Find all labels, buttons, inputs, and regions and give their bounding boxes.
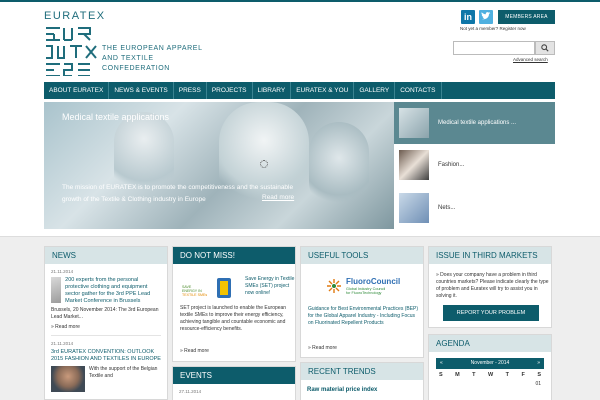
do-not-miss-panel: DO NOT MISS! SAVE ENERGY IN TEXTILE SMEs… [172, 246, 296, 362]
logo-tagline-line1: THE EUROPEAN APPAREL [102, 45, 203, 52]
issue-heading: ISSUE IN THIRD MARKETS [429, 247, 551, 264]
issue-body: » Does your company have a problem in th… [436, 272, 550, 300]
news-panel: NEWS 21.11.2014 200 experts from the per… [44, 246, 168, 400]
events-heading: EVENTS [173, 367, 295, 384]
logo-tagline-line2: AND TEXTILE CONFEDERATION [102, 55, 170, 72]
slide-read-more-link[interactable]: Read more [262, 194, 294, 201]
calendar-month: November - 2014 [470, 360, 510, 366]
register-link[interactable]: Not yet a member? Register now [460, 26, 526, 31]
do-not-miss-heading: DO NOT MISS! [173, 247, 295, 264]
agenda-panel: AGENDA « November - 2014 » S M T W T F S… [428, 334, 552, 400]
svg-text:TEXTILE SMEs: TEXTILE SMEs [182, 293, 207, 297]
weekday: W [488, 372, 494, 378]
news-heading: NEWS [45, 247, 167, 264]
thumb-label: Nets... [438, 205, 456, 211]
weekday: T [472, 372, 476, 378]
nav-item-library[interactable]: LIBRARY [253, 82, 292, 99]
news-read-more-link[interactable]: Read more [51, 324, 161, 330]
news-title[interactable]: 200 experts from the personal protective… [65, 277, 161, 305]
weekday: M [455, 372, 460, 378]
thumb-label: Fashion... [438, 162, 465, 168]
events-panel: EVENTS 27.11.2014 [172, 366, 296, 400]
news-date: 21.11.2014 [51, 269, 74, 274]
issue-third-markets-panel: ISSUE IN THIRD MARKETS » Does your compa… [428, 246, 552, 328]
news-item-row: With the support of the Belgian Textile … [51, 366, 161, 392]
set-project-logo-icon[interactable]: SAVE ENERGY IN TEXTILE SMEs [181, 277, 233, 301]
linkedin-icon[interactable]: in [461, 10, 475, 24]
thumb-label: Medical textile applications ... [438, 120, 517, 126]
thumb-medical[interactable]: Medical textile applications ... [394, 102, 555, 144]
fluorocouncil-mark-icon [327, 279, 341, 293]
calendar-prev-icon[interactable]: « [440, 358, 443, 369]
news-item[interactable]: 21.11.2014 3rd EURATEX CONVENTION: OUTLO… [45, 336, 167, 392]
set-project-body: SET project is launched to enable the Eu… [180, 305, 287, 332]
report-your-problem-button[interactable]: REPORT YOUR PROBLEM [443, 305, 539, 321]
useful-tools-heading: USEFUL TOOLS [301, 247, 423, 264]
logo-wordmark: EURATEX [44, 10, 106, 22]
thumb-image [399, 193, 429, 223]
search-button[interactable] [535, 41, 555, 55]
news-item-row: 200 experts from the personal protective… [51, 277, 161, 305]
twitter-icon[interactable] [479, 10, 493, 24]
news-body: Brussels, 20 November 2014: The 3rd Euro… [51, 307, 159, 320]
euratex-logo[interactable]: EURATEX THE EUROPEAN APPAREL AND TEXTILE… [44, 10, 214, 76]
weekday: T [505, 372, 510, 378]
useful-tools-body[interactable]: Guidance for Best Environmental Practice… [308, 306, 420, 327]
hero-slider[interactable]: Medical textile applications The mission… [44, 102, 394, 229]
slide-title: Medical textile applications [62, 112, 170, 122]
do-not-miss-read-more-link[interactable]: Read more [180, 348, 209, 354]
weekday: S [439, 372, 443, 378]
useful-tools-panel: USEFUL TOOLS FluoroCouncil Global Indust… [300, 246, 424, 358]
fluorocouncil-logo[interactable]: FluoroCouncil Global Industry Council fo… [326, 277, 416, 297]
fluorocouncil-sub2: for FluoroTechnology [346, 291, 382, 295]
nav-item-euratex-you[interactable]: EURATEX & YOU [291, 82, 355, 99]
search-icon [541, 44, 549, 52]
news-image [51, 277, 62, 303]
slide-photo-surgeon-3 [309, 122, 369, 212]
issue-body-text: Does your company have a problem in thir… [436, 272, 549, 299]
nav-item-news-events[interactable]: NEWS & EVENTS [109, 82, 174, 99]
fluorocouncil-name: FluoroCouncil [346, 277, 401, 286]
raw-material-price-index-link[interactable]: Raw material price index [301, 380, 423, 400]
recent-trends-panel: RECENT TRENDS Raw material price index [300, 362, 424, 400]
calendar-weekdays: S M T W T F S [436, 369, 544, 381]
logo-tagline: THE EUROPEAN APPAREL AND TEXTILE CONFEDE… [102, 44, 214, 74]
nav-item-press[interactable]: PRESS [174, 82, 207, 99]
logo-mark-icon [46, 27, 97, 76]
news-image-portrait [51, 366, 85, 392]
advanced-search-link[interactable]: Advanced search [513, 57, 548, 62]
news-date: 21.11.2014 [51, 341, 74, 346]
search-input[interactable] [453, 41, 535, 55]
loading-spinner-icon [260, 160, 268, 168]
thumb-nets[interactable]: Nets... [394, 187, 555, 229]
news-title[interactable]: 3rd EURATEX CONVENTION: OUTLOOK 2015 FAS… [51, 349, 161, 363]
main-nav: ABOUT EURATEX NEWS & EVENTS PRESS PROJEC… [44, 82, 555, 99]
agenda-heading: AGENDA [429, 335, 551, 352]
nav-item-about[interactable]: ABOUT EURATEX [44, 82, 110, 99]
useful-tools-read-more-link[interactable]: Read more [308, 345, 337, 351]
nav-item-contacts[interactable]: CONTACTS [395, 82, 442, 99]
slider-thumbnails: Medical textile applications ... Fashion… [394, 102, 555, 229]
nav-item-gallery[interactable]: GALLERY [354, 82, 396, 99]
event-date: 27.11.2014 [179, 389, 202, 394]
thumb-image [399, 108, 429, 138]
recent-trends-heading: RECENT TRENDS [301, 363, 423, 380]
thumb-image [399, 150, 429, 180]
calendar-next-icon[interactable]: » [537, 358, 540, 369]
nav-item-projects[interactable]: PROJECTS [207, 82, 253, 99]
calendar-row: 01 [436, 381, 544, 387]
weekday: F [521, 372, 525, 378]
thumb-fashion[interactable]: Fashion... [394, 144, 555, 186]
calendar-day[interactable]: 01 [535, 381, 541, 387]
news-item[interactable]: 21.11.2014 200 experts from the personal… [45, 264, 167, 330]
twitter-bird-icon [481, 12, 491, 20]
weekday: S [537, 372, 541, 378]
top-accent-line [0, 0, 600, 2]
calendar-header: « November - 2014 » [436, 358, 544, 369]
members-area-button[interactable]: MEMBERS AREA [498, 10, 555, 24]
set-project-title[interactable]: Save Energy in Textile SMEs (SET) projec… [245, 276, 295, 297]
